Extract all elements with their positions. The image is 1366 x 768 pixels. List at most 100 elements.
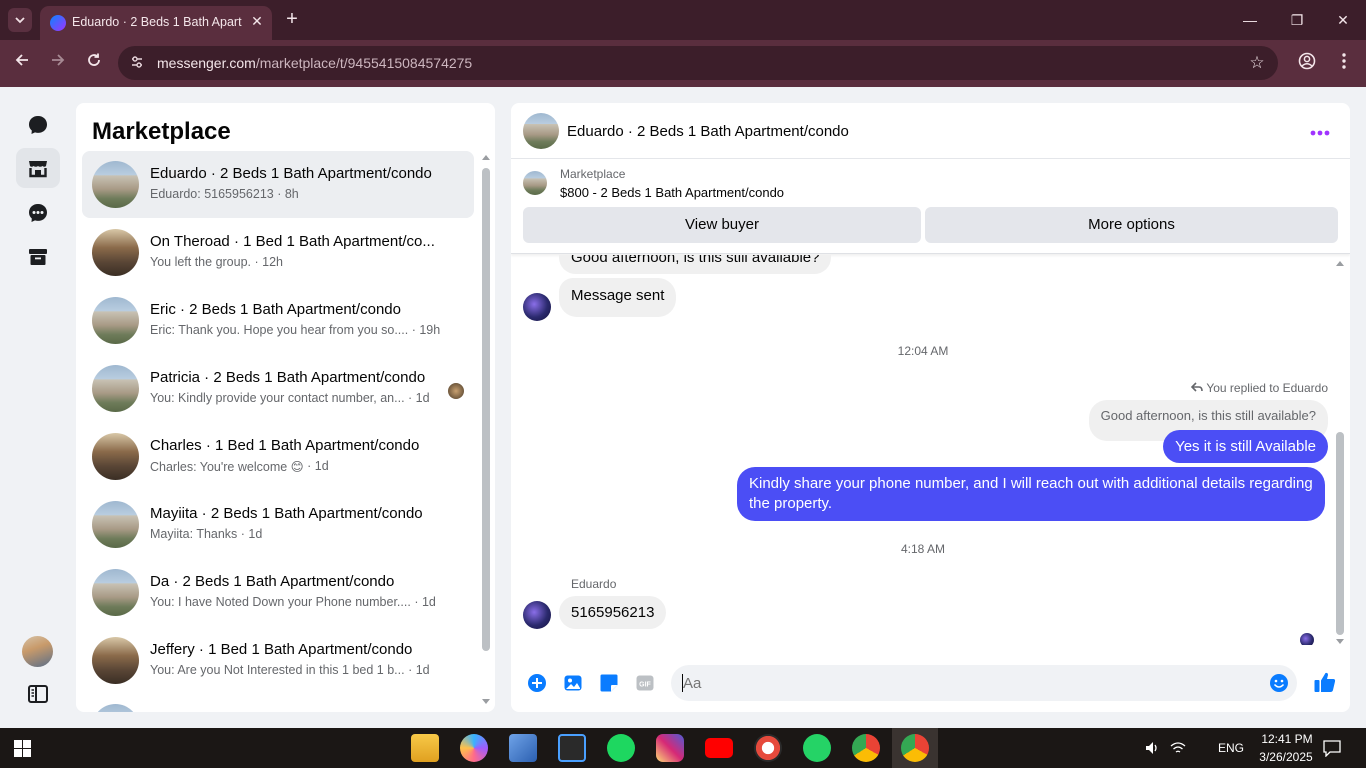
taskbar-clock-time[interactable]: 12:41 PM	[1257, 732, 1317, 746]
youtube-icon[interactable]	[705, 738, 733, 758]
more-options-button[interactable]: More options	[925, 207, 1338, 243]
app-icon[interactable]	[754, 734, 782, 762]
network-icon[interactable]	[1170, 741, 1186, 755]
reload-button[interactable]	[83, 52, 105, 74]
conversation-preview: You left the group. · 12h	[150, 255, 283, 269]
sticker-icon	[600, 674, 618, 692]
scroll-up-arrow[interactable]	[482, 155, 490, 160]
conversation-item[interactable]: Mayiita · 2 Beds 1 Bath Apartment/condo …	[82, 491, 474, 558]
whatsapp-icon[interactable]	[803, 734, 831, 762]
archive-nav-button[interactable]	[16, 237, 60, 277]
emoji-button[interactable]	[1269, 673, 1289, 693]
url-path: /marketplace/t/9455415084574275	[255, 55, 473, 71]
new-tab-button[interactable]: +	[282, 9, 302, 30]
tab-search-button[interactable]	[8, 8, 32, 32]
more-dots-icon	[1310, 130, 1330, 136]
conversation-list-panel: Marketplace Eduardo · 2 Beds 1 Bath Apar…	[76, 103, 495, 712]
listing-thumbnail	[92, 433, 139, 480]
chat-title[interactable]: Eduardo · 2 Beds 1 Bath Apartment/condo	[567, 123, 849, 140]
conversation-title: Da · 2 Beds 1 Bath Apartment/condo	[150, 573, 395, 590]
conversation-title: Eric · 2 Beds 1 Bath Apartment/condo	[150, 301, 401, 318]
conversation-item[interactable]: Jeffery · 1 Bed 1 Bath Apartment/condo Y…	[82, 627, 474, 694]
list-scrollbar[interactable]	[482, 168, 490, 651]
reload-icon	[88, 53, 100, 66]
conversation-preview: You: Are you Not Interested in this 1 be…	[150, 663, 430, 677]
arrow-right-icon	[52, 54, 65, 66]
site-info-icon[interactable]	[128, 54, 146, 72]
scroll-down-arrow[interactable]	[1336, 639, 1344, 644]
conversation-item[interactable]: Eric · 2 Beds 1 Bath Apartment/condo Eri…	[82, 287, 474, 354]
chrome-icon[interactable]	[901, 734, 929, 762]
message-bubble-outgoing[interactable]: Yes it is still Available	[1163, 430, 1328, 463]
tab-close-button[interactable]: ✕	[248, 12, 266, 30]
conversation-title: Patricia · 2 Beds 1 Bath Apartment/condo	[150, 369, 426, 386]
conversation-item[interactable]: Da · 2 Beds 1 Bath Apartment/condo You: …	[82, 559, 474, 626]
sender-avatar	[523, 601, 551, 629]
url-text: messenger.com/marketplace/t/945541508457…	[157, 55, 472, 71]
arrow-left-icon	[15, 54, 28, 66]
requests-nav-button[interactable]	[16, 193, 60, 233]
message-bubble-incoming[interactable]: 5165956213	[559, 596, 667, 629]
message-bubble-outgoing[interactable]: Kindly share your phone number, and I wi…	[737, 467, 1325, 521]
like-button[interactable]	[1313, 670, 1337, 694]
instagram-icon[interactable]	[656, 734, 684, 762]
timestamp: 4:18 AM	[900, 542, 946, 556]
listing-name[interactable]: $800 - 2 Beds 1 Bath Apartment/condo	[560, 185, 784, 200]
message-input[interactable]	[683, 675, 1243, 692]
chrome-icon[interactable]	[852, 734, 880, 762]
conversation-preview: You: Kindly provide your contact number,…	[150, 391, 430, 405]
sticker-button[interactable]	[599, 673, 619, 693]
message-bubble-incoming[interactable]: Good afternoon, is this still available?	[559, 255, 832, 274]
microsoft-store-icon[interactable]	[558, 734, 586, 762]
chat-more-button[interactable]	[1306, 119, 1334, 143]
notifications-icon[interactable]	[1323, 740, 1341, 758]
conversation-preview: Eduardo: 5165956213 · 8h	[150, 187, 299, 201]
toggle-sidebar-button[interactable]	[16, 674, 60, 714]
view-buyer-button[interactable]: View buyer	[523, 207, 921, 243]
message-thread: Good afternoon, is this still available?…	[511, 255, 1350, 645]
minimize-button[interactable]: —	[1240, 10, 1260, 30]
bookmark-star-icon[interactable]: ☆	[1246, 52, 1268, 74]
kebab-menu-icon	[1342, 53, 1346, 69]
chat-avatar[interactable]	[523, 113, 559, 149]
scroll-down-arrow[interactable]	[482, 699, 490, 704]
messenger-nav-rail	[0, 87, 76, 728]
browser-menu-button[interactable]	[1333, 52, 1355, 74]
browser-tab[interactable]: Eduardo · 2 Beds 1 Bath Apartment/condo …	[40, 6, 272, 40]
gif-icon: GIF	[636, 675, 654, 691]
file-explorer-icon[interactable]	[411, 734, 439, 762]
conversation-item[interactable]: Eduardo · 2 Beds 1 Bath Apartment/condo …	[82, 151, 474, 218]
marketplace-nav-button[interactable]	[16, 148, 60, 188]
scroll-up-arrow[interactable]	[1336, 261, 1344, 266]
spotify-icon[interactable]	[607, 734, 635, 762]
user-avatar[interactable]	[22, 636, 53, 667]
reply-arrow-icon	[1191, 382, 1204, 392]
timestamp: 12:04 AM	[897, 344, 949, 358]
chats-nav-button[interactable]	[16, 105, 60, 145]
window-close-button[interactable]: ✕	[1333, 10, 1353, 30]
conversation-item[interactable]: Charles · 1 Bed 1 Bath Apartment/condo C…	[82, 423, 474, 490]
back-button[interactable]	[11, 52, 33, 74]
page-title: Marketplace	[92, 118, 231, 145]
message-composer[interactable]	[671, 665, 1297, 701]
address-bar[interactable]: messenger.com/marketplace/t/945541508457…	[118, 46, 1278, 80]
taskbar-clock-date[interactable]: 3/26/2025	[1253, 750, 1319, 764]
conversation-item[interactable]: Patricia · 2 Beds 1 Bath Apartment/condo…	[82, 355, 474, 422]
attach-photo-button[interactable]	[563, 673, 583, 693]
more-actions-button[interactable]	[527, 673, 547, 693]
read-receipt-avatar	[448, 383, 464, 399]
windows-start-icon[interactable]	[14, 740, 31, 757]
thread-scrollbar[interactable]	[1336, 432, 1344, 635]
conversation-preview: Charles: You're welcome 😊 · 1d	[150, 459, 329, 474]
profile-button[interactable]	[1296, 52, 1318, 74]
emoji-icon	[1270, 674, 1288, 692]
language-indicator[interactable]: ENG	[1218, 741, 1244, 755]
gif-button[interactable]: GIF	[635, 673, 655, 693]
speaker-icon[interactable]	[1145, 741, 1161, 755]
conversation-item[interactable]: On Theroad · 1 Bed 1 Bath Apartment/co..…	[82, 219, 474, 286]
app-icon[interactable]	[509, 734, 537, 762]
chevron-down-icon	[15, 17, 25, 24]
copilot-icon[interactable]	[460, 734, 488, 762]
restore-button[interactable]: ❐	[1287, 10, 1307, 30]
forward-button[interactable]	[47, 52, 69, 74]
